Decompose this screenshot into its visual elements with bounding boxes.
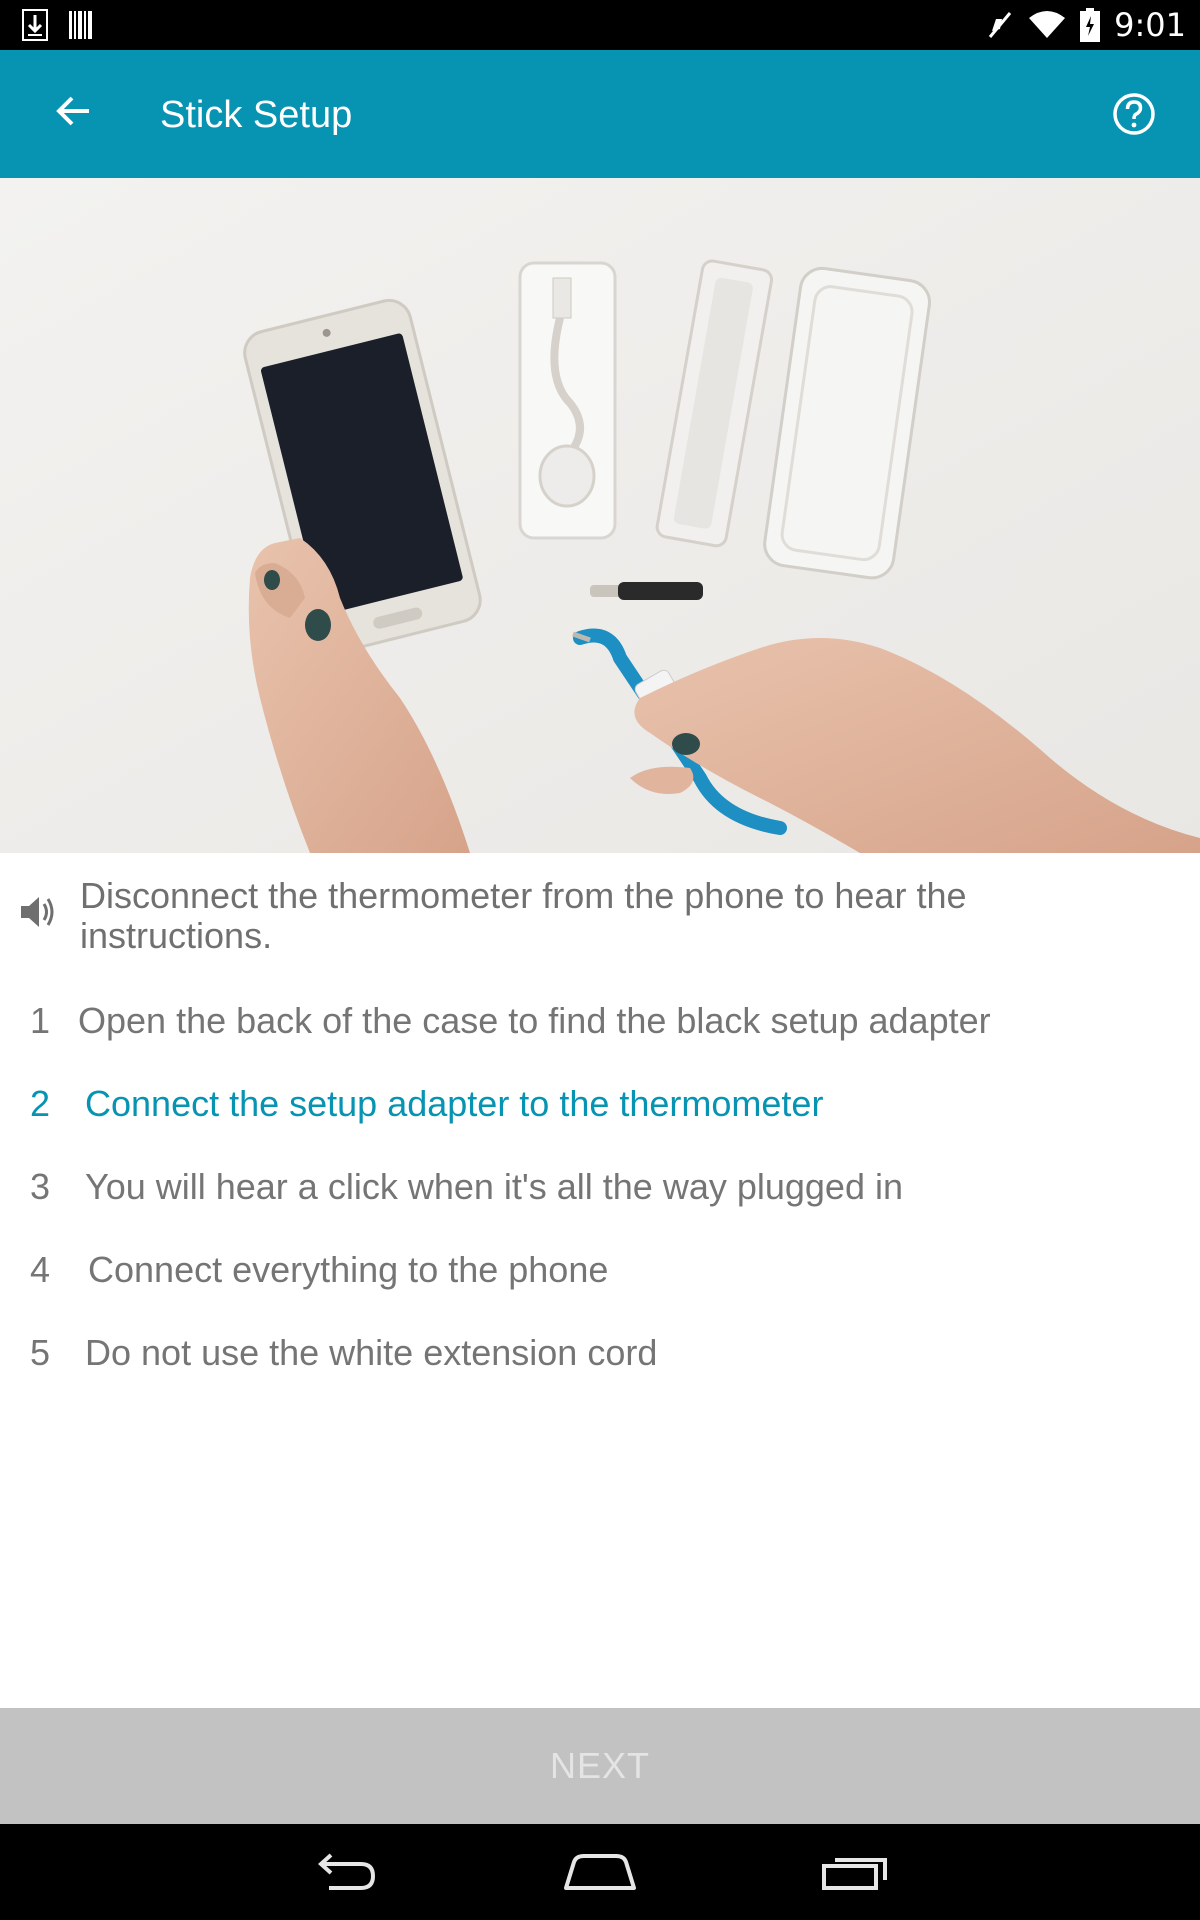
step-5[interactable]: 5 Do not use the white extension cord: [0, 1322, 1200, 1382]
next-button[interactable]: NEXT: [0, 1708, 1200, 1824]
step-text: Connect the setup adapter to the thermom…: [85, 1083, 824, 1124]
arrow-back-icon: [55, 95, 91, 127]
download-icon: [22, 9, 48, 41]
step-number: 4: [30, 1249, 51, 1290]
vibrate-mute-icon: [986, 9, 1014, 41]
wifi-icon: [1028, 10, 1066, 40]
help-button[interactable]: [1096, 76, 1172, 152]
nav-back-button[interactable]: [284, 1844, 404, 1900]
step-3[interactable]: 3 You will hear a click when it's all th…: [0, 1156, 1200, 1216]
status-right: 9:01: [986, 0, 1186, 50]
nav-recents-button[interactable]: [796, 1844, 916, 1900]
nav-home-icon: [562, 1852, 638, 1892]
step-number: 3: [30, 1166, 51, 1207]
step-number: 2: [30, 1083, 51, 1124]
nav-home-button[interactable]: [540, 1844, 660, 1900]
page-title: Stick Setup: [160, 94, 353, 136]
nav-back-icon: [309, 1852, 379, 1892]
status-bar: 9:01: [0, 0, 1200, 50]
app-bar: Stick Setup: [0, 50, 1200, 178]
next-button-label: NEXT: [549, 1745, 650, 1786]
nav-recents-icon: [821, 1852, 891, 1892]
step-4[interactable]: 4 Connect everything to the phone: [0, 1239, 1200, 1299]
status-left: [22, 9, 94, 41]
step-text: You will hear a click when it's all the …: [85, 1166, 903, 1207]
status-time: 9:01: [1114, 6, 1186, 44]
battery-charging-icon: [1080, 8, 1101, 42]
system-nav-bar: [0, 1824, 1200, 1920]
audio-note: Disconnect the thermometer from the phon…: [18, 876, 1178, 956]
setup-video[interactable]: [0, 178, 1200, 853]
step-text: Do not use the white extension cord: [85, 1332, 658, 1373]
step-text: Connect everything to the phone: [88, 1249, 609, 1290]
step-number: 5: [30, 1332, 51, 1373]
step-1[interactable]: 1 Open the back of the case to find the …: [0, 990, 1200, 1050]
step-number: 1: [30, 1000, 51, 1041]
back-button[interactable]: [38, 76, 108, 146]
help-circle-icon: [1112, 92, 1156, 136]
screen: 9:01 Stick Setup Disconnect the thermome…: [0, 0, 1200, 1920]
audio-note-text: Disconnect the thermometer from the phon…: [80, 875, 967, 956]
step-text: Open the back of the case to find the bl…: [78, 1000, 991, 1041]
speaker-icon: [18, 892, 58, 932]
barcode-icon: [68, 9, 94, 41]
step-2[interactable]: 2 Connect the setup adapter to the therm…: [0, 1073, 1200, 1133]
setup-video-frame: [0, 178, 1200, 853]
